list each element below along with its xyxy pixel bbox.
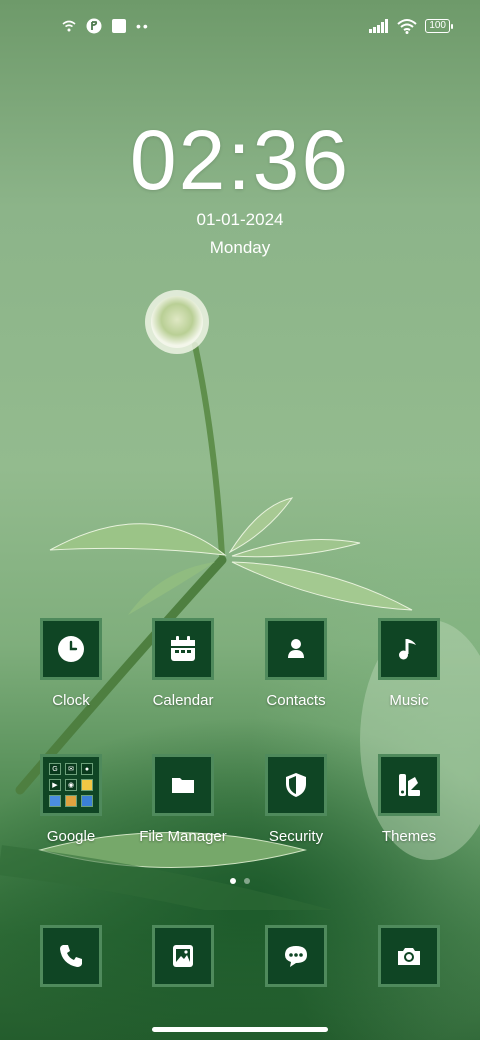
youtube-icon: ▶	[49, 779, 61, 791]
date-display: 01-01-2024	[196, 210, 284, 229]
app-music[interactable]: Music	[354, 618, 464, 709]
app-label: Google	[46, 828, 96, 845]
app-security[interactable]: Security	[241, 754, 351, 845]
status-bar: •• 100	[0, 0, 480, 56]
app-label: Security	[268, 828, 324, 845]
calendar-icon	[152, 618, 214, 680]
phone-icon	[40, 925, 102, 987]
more-dots-icon: ••	[136, 18, 150, 34]
dock-gallery[interactable]	[128, 925, 238, 987]
gallery-icon	[152, 925, 214, 987]
wifi-icon	[397, 19, 417, 34]
app-label: Calendar	[152, 692, 214, 709]
folder-icon	[152, 754, 214, 816]
time-display: 02:36	[129, 113, 351, 207]
app-notification-icon	[86, 18, 102, 34]
play-icon	[81, 795, 93, 807]
home-gesture-bar[interactable]	[152, 1027, 328, 1032]
app-label: Music	[389, 692, 429, 709]
app-calendar[interactable]: Calendar	[128, 618, 238, 709]
chrome-icon	[81, 779, 93, 791]
shield-icon	[265, 754, 327, 816]
messages-icon	[265, 925, 327, 987]
app-label: Contacts	[266, 692, 326, 709]
assistant-icon: ◉	[65, 779, 77, 791]
app-google-folder[interactable]: G ✉ ● ▶ ◉ Google	[16, 754, 126, 845]
status-left: ••	[62, 18, 150, 34]
page-dot-1[interactable]	[230, 878, 236, 884]
clock-icon	[40, 618, 102, 680]
day-display: Monday	[209, 238, 271, 257]
wifi-question-icon	[62, 20, 76, 32]
app-clock[interactable]: Clock	[16, 618, 126, 709]
google-folder-icon: G ✉ ● ▶ ◉	[40, 754, 102, 816]
dock-messages[interactable]	[241, 925, 351, 987]
music-note-icon	[378, 618, 440, 680]
app-contacts[interactable]: Contacts	[241, 618, 351, 709]
brush-icon	[378, 754, 440, 816]
clock-widget[interactable]: 02:36 01-01-2024 Monday	[0, 118, 480, 258]
maps-icon: ●	[81, 763, 93, 775]
google-search-icon: G	[49, 763, 61, 775]
dock-phone[interactable]	[16, 925, 126, 987]
signal-icon	[369, 19, 389, 33]
contact-icon	[265, 618, 327, 680]
dock-camera[interactable]	[354, 925, 464, 987]
camera-icon	[378, 925, 440, 987]
app-themes[interactable]: Themes	[354, 754, 464, 845]
drive-icon	[49, 795, 61, 807]
app-file-manager[interactable]: File Manager	[128, 754, 238, 845]
status-right: 100	[369, 18, 453, 34]
app-label: File Manager	[139, 828, 227, 845]
app-label: Themes	[381, 828, 437, 845]
battery-icon: 100	[425, 19, 453, 33]
app-label: Clock	[52, 692, 90, 709]
square-icon	[112, 19, 126, 33]
gmail-icon: ✉	[65, 763, 77, 775]
page-indicator[interactable]	[0, 878, 480, 884]
photos-icon	[65, 795, 77, 807]
page-dot-2[interactable]	[244, 878, 250, 884]
